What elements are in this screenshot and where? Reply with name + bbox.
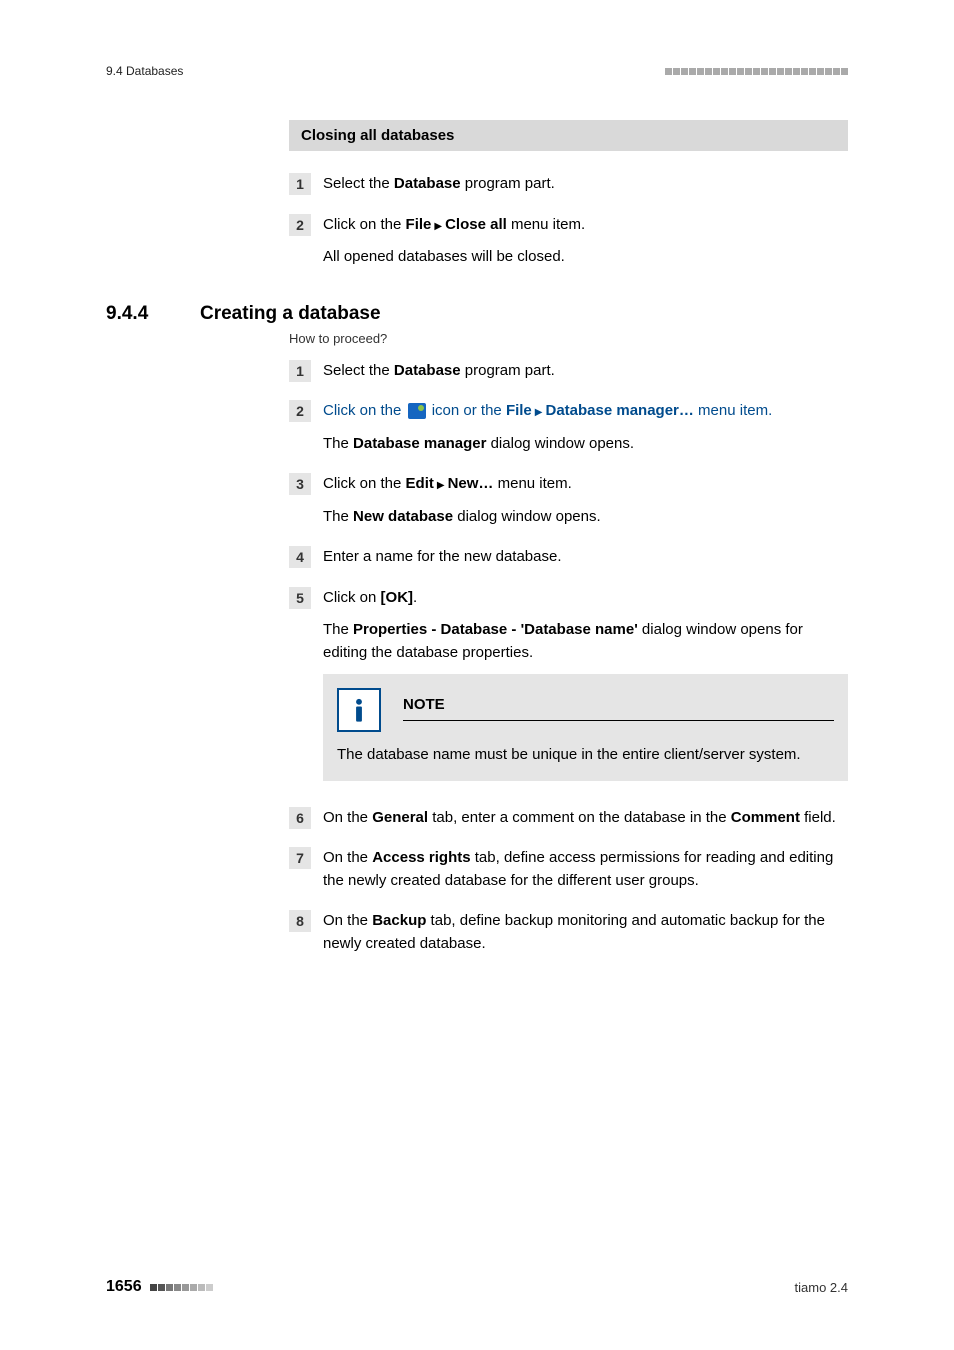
- info-icon: [337, 688, 381, 732]
- section-number: 9.4.4: [106, 303, 200, 325]
- step-body: On the Backup tab, define backup monitor…: [323, 910, 848, 955]
- step-body: On the Access rights tab, define access …: [323, 847, 848, 892]
- how-to-proceed-label: How to proceed?: [289, 331, 848, 346]
- step: 4 Enter a name for the new database.: [289, 546, 848, 569]
- step-text: Click on the icon or the File▶Database m…: [323, 400, 848, 423]
- step-number: 5: [289, 587, 311, 609]
- step-text: Click on [OK].: [323, 587, 848, 610]
- step-number: 3: [289, 473, 311, 495]
- note-title: NOTE: [403, 694, 834, 721]
- step-text: Click on the Edit▶New… menu item.: [323, 473, 848, 496]
- step-text: On the Backup tab, define backup monitor…: [323, 910, 848, 955]
- step-text: On the Access rights tab, define access …: [323, 847, 848, 892]
- step: 1 Select the Database program part.: [289, 360, 848, 383]
- page-number: 1656: [106, 1278, 142, 1296]
- step-number: 2: [289, 214, 311, 236]
- step: 6 On the General tab, enter a comment on …: [289, 807, 848, 830]
- closing-databases-heading: Closing all databases: [289, 120, 848, 151]
- step: 8 On the Backup tab, define backup monito…: [289, 910, 848, 955]
- step-body: Click on [OK]. The Properties - Database …: [323, 587, 848, 787]
- step-number: 2: [289, 400, 311, 422]
- step: 2 Click on the File▶Close all menu item. A…: [289, 214, 848, 269]
- step: 7 On the Access rights tab, define access…: [289, 847, 848, 892]
- step-text: Click on the File▶Close all menu item.: [323, 214, 848, 237]
- step-number: 1: [289, 173, 311, 195]
- section-title: Creating a database: [200, 303, 381, 325]
- footer-decoration: [150, 1284, 213, 1291]
- footer-product-label: tiamo 2.4: [795, 1280, 848, 1295]
- database-manager-icon: [408, 403, 426, 419]
- step-text: The Properties - Database - 'Database na…: [323, 619, 848, 664]
- step: 5 Click on [OK]. The Properties - Database…: [289, 587, 848, 787]
- step-text: Enter a name for the new database.: [323, 546, 848, 569]
- step: 3 Click on the Edit▶New… menu item. The Ne…: [289, 473, 848, 528]
- step-body: Click on the icon or the File▶Database m…: [323, 400, 848, 455]
- step: 2 Click on the icon or the File▶Database …: [289, 400, 848, 455]
- step-number: 7: [289, 847, 311, 869]
- page-footer: 1656 tiamo 2.4: [106, 1278, 848, 1296]
- page-header: 9.4 Databases: [106, 64, 848, 78]
- step-number: 4: [289, 546, 311, 568]
- step-body: On the General tab, enter a comment on t…: [323, 807, 848, 830]
- step-text: Select the Database program part.: [323, 173, 848, 196]
- step-body: Click on the Edit▶New… menu item. The New…: [323, 473, 848, 528]
- step-number: 6: [289, 807, 311, 829]
- step-text: The Database manager dialog window opens…: [323, 433, 848, 456]
- step-body: Enter a name for the new database.: [323, 546, 848, 569]
- note-box: NOTE The database name must be unique in …: [323, 674, 848, 781]
- header-decoration: [665, 68, 848, 75]
- step-text: All opened databases will be closed.: [323, 246, 848, 269]
- step-text: On the General tab, enter a comment on t…: [323, 807, 848, 830]
- step-text: Select the Database program part.: [323, 360, 848, 383]
- step-body: Click on the File▶Close all menu item. Al…: [323, 214, 848, 269]
- section-heading-row: 9.4.4 Creating a database: [106, 303, 848, 325]
- step-number: 8: [289, 910, 311, 932]
- header-section-label: 9.4 Databases: [106, 64, 183, 78]
- step: 1 Select the Database program part.: [289, 173, 848, 196]
- step-number: 1: [289, 360, 311, 382]
- step-body: Select the Database program part.: [323, 360, 848, 383]
- step-text: The New database dialog window opens.: [323, 506, 848, 529]
- note-text: The database name must be unique in the …: [337, 744, 834, 767]
- step-body: Select the Database program part.: [323, 173, 848, 196]
